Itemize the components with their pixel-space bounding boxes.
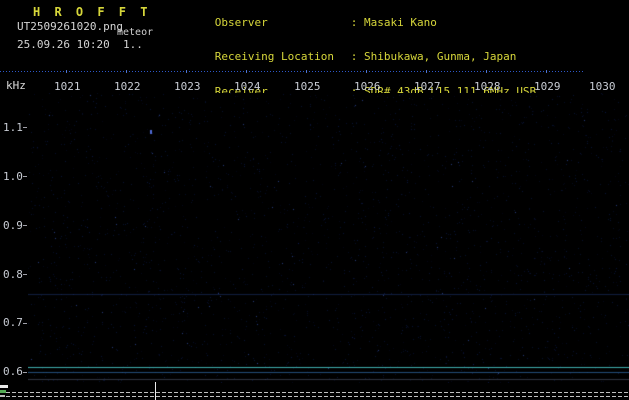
time-tick-label: 1025	[294, 80, 321, 93]
freq-tick-label: 0.8	[3, 268, 23, 281]
info-value: : Masaki Kano	[350, 15, 437, 29]
time-tick-label: 1024	[234, 80, 261, 93]
hrofft-output: H R O F F T UT2509261020.png meteor 25.0…	[0, 0, 629, 400]
datetime-label: 25.09.26 10:20 1..	[17, 38, 143, 51]
time-axis-ticks	[66, 70, 588, 73]
level-meter-spike	[155, 382, 156, 400]
freq-tick-label: 1.0	[3, 170, 23, 183]
info-label: Observer	[214, 15, 268, 29]
level-meter-origin-mark	[0, 395, 5, 397]
time-tick-label: 1029	[534, 80, 561, 93]
level-meter-strip	[0, 382, 629, 400]
time-tick-label: 1021	[54, 80, 81, 93]
app-logo: H R O F F T	[33, 5, 151, 19]
level-meter-origin-mark	[0, 390, 6, 393]
info-label: Receiving Location	[214, 50, 334, 63]
time-tick-label: 1026	[354, 80, 381, 93]
freq-axis-ticks	[23, 127, 27, 373]
station-label: meteor	[117, 27, 154, 38]
spectrogram	[28, 93, 629, 383]
info-row-location: Receiving Location : Shibukawa, Gunma, Ja…	[175, 40, 569, 75]
freq-tick-label: 0.7	[3, 316, 23, 329]
time-tick-label: 1030	[589, 80, 616, 93]
time-tick-label: 1022	[114, 80, 141, 93]
freq-tick-label: 0.6	[3, 365, 23, 378]
info-value: : Shibukawa, Gunma, Japan	[350, 50, 517, 63]
freq-tick-label: 0.9	[3, 219, 23, 232]
time-tick-label: 1028	[474, 80, 501, 93]
level-meter-origin-mark	[0, 385, 8, 388]
level-meter-baseline-upper	[0, 392, 629, 393]
output-filename: UT2509261020.png	[17, 20, 123, 33]
time-tick-label: 1023	[174, 80, 201, 93]
freq-tick-label: 1.1	[3, 121, 23, 134]
level-meter-baseline-lower	[0, 396, 629, 397]
freq-unit-label: kHz	[6, 79, 26, 92]
time-tick-label: 1027	[414, 80, 441, 93]
spectrogram-noise-canvas	[28, 93, 629, 383]
info-row-observer: Observer : Masaki Kano	[175, 5, 569, 40]
